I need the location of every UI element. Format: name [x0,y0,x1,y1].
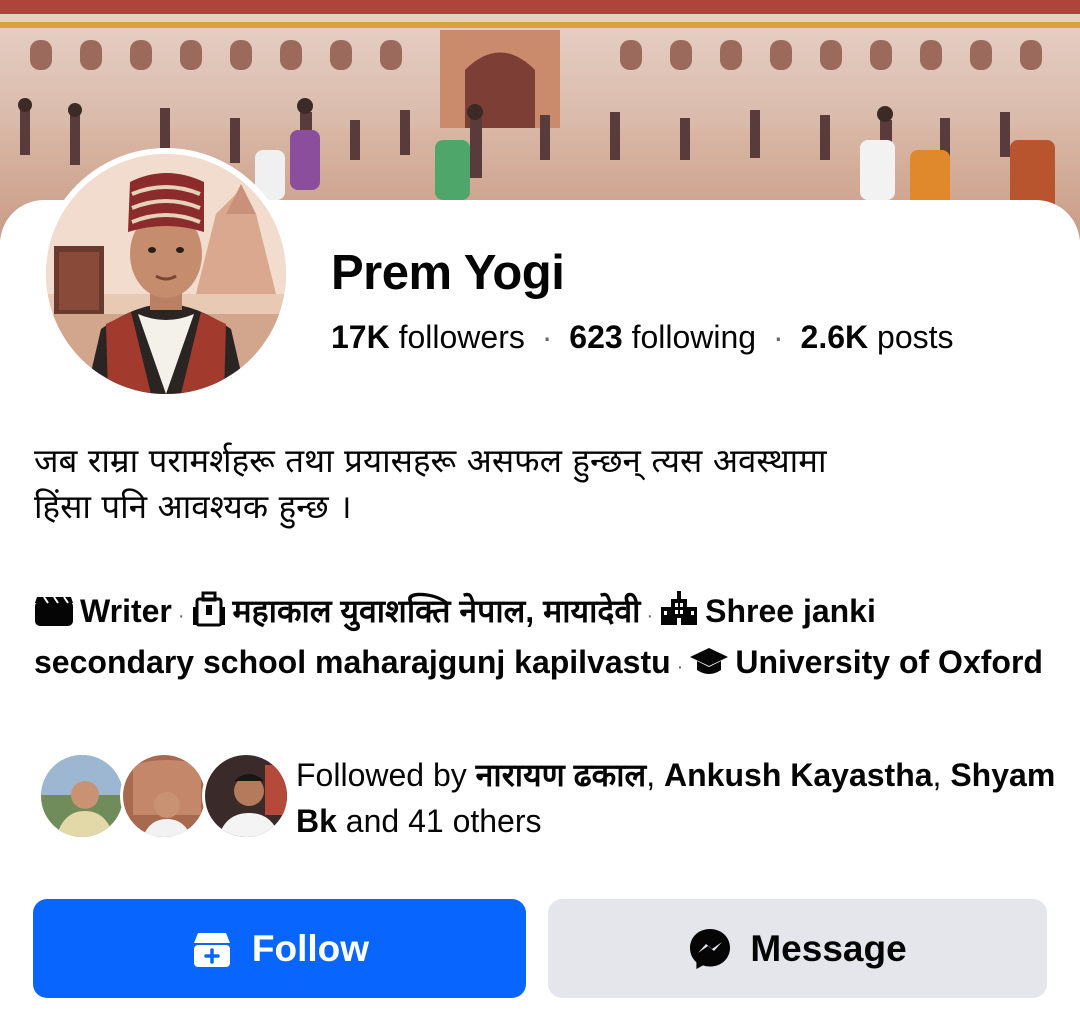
university-link[interactable]: University of Oxford [735,644,1043,680]
message-button[interactable]: Message [548,899,1047,998]
profile-name: Prem Yogi [331,246,565,300]
mutual-followers-avatars[interactable] [38,752,290,842]
stats-separator: · [541,319,553,355]
mutual-friend-link[interactable]: नारायण ढकाल [476,757,647,793]
follow-button-label: Follow [251,927,370,969]
follow-button[interactable]: Follow [33,899,526,998]
following-label[interactable]: following [632,319,757,355]
details-separator: · [646,605,654,627]
profile-avatar[interactable] [40,148,292,400]
messenger-icon [690,928,731,969]
mutual-avatar[interactable] [38,752,126,840]
profile-details: Writer · महाकाल युवाशक्ति नेपाल, मायादेवी… [34,588,1044,690]
message-button-label: Message [750,927,907,969]
mutual-avatar[interactable] [120,752,208,840]
details-separator: · [676,656,684,678]
bio-line: जब राम्रा परामर्शहरू तथा प्रयासहरू असफल … [34,441,827,480]
profile-photo [46,154,286,394]
mutual-prefix: Followed by [296,757,467,793]
clapperboard-icon [34,593,74,639]
graduation-cap-icon [689,644,729,690]
bio-line: हिंसा पनि आवश्यक हुन्छ । [34,487,352,526]
mutual-others-link[interactable]: and 41 others [346,803,542,839]
mutual-followers-text: Followed by नारायण ढकाल, Ankush Kayastha… [296,757,1056,839]
stats-separator: · [772,319,784,355]
followers-count[interactable]: 17K [331,319,390,355]
workplace-link[interactable]: महाकाल युवाशक्ति नेपाल, मायादेवी [233,593,641,629]
details-separator: · [177,605,185,627]
mutual-avatar[interactable] [202,752,290,840]
school-building-icon [659,591,699,639]
profile-stats: 17K followers · 623 following · 2.6K pos… [331,316,954,358]
office-building-icon [191,591,227,639]
profile-bio: जब राम्रा परामर्शहरू तथा प्रयासहरू असफल … [34,438,1044,530]
posts-label: posts [877,319,954,355]
posts-count: 2.6K [800,319,869,355]
follow-icon [193,932,230,967]
occupation-text: Writer [80,593,172,629]
following-count[interactable]: 623 [569,319,622,355]
followers-label[interactable]: followers [399,319,525,355]
mutual-friend-link[interactable]: Ankush Kayastha [664,757,933,793]
